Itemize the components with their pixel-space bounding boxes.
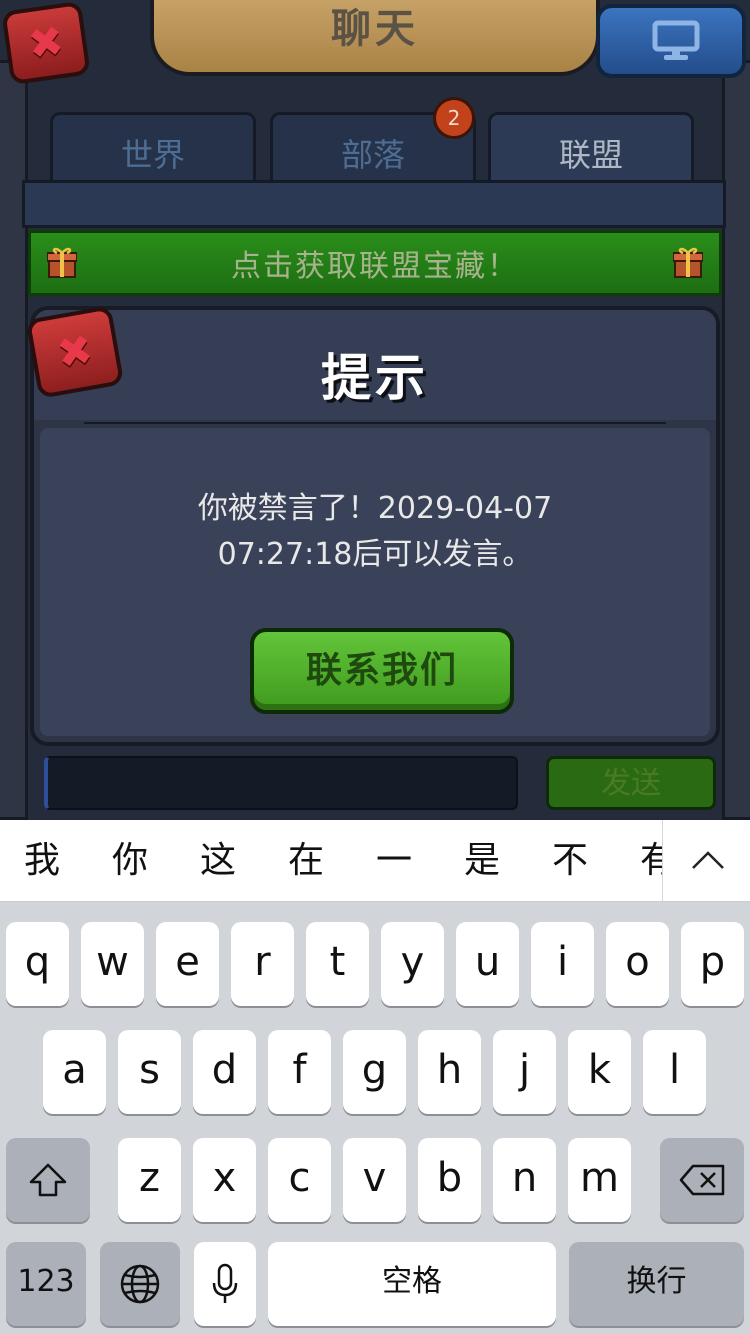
key-a[interactable]: a [43,1030,106,1114]
screen-toggle-button[interactable] [596,4,746,78]
title-banner: 聊天 [150,0,600,76]
shift-icon [29,1163,67,1197]
send-button[interactable]: 发送 [546,756,716,810]
candidate-word[interactable]: 这 [200,820,236,901]
key-j[interactable]: j [493,1030,556,1114]
candidate-word[interactable]: 是 [464,820,500,901]
key-v[interactable]: v [343,1138,406,1222]
close-icon: ✖ [25,15,67,70]
key-q[interactable]: q [6,922,69,1006]
globe-key[interactable] [100,1242,180,1326]
key-l[interactable]: l [643,1030,706,1114]
key-p[interactable]: p [681,922,744,1006]
key-m[interactable]: m [568,1138,631,1222]
dialog-divider [84,422,666,424]
key-f[interactable]: f [268,1030,331,1114]
contact-us-button[interactable]: 联系我们 [250,628,514,714]
expand-candidates-button[interactable] [662,820,750,901]
tab-tribe-label: 部落 [340,136,405,174]
mute-notice-dialog: 提示 你被禁言了！2029-04-07 07:27:18后可以发言。 联系我们 … [25,305,720,746]
dialog-header: 提示 [34,310,716,420]
monitor-icon [652,20,700,60]
key-o[interactable]: o [606,922,669,1006]
key-n[interactable]: n [493,1138,556,1222]
return-key[interactable]: 换行 [569,1242,744,1326]
backspace-icon [679,1164,725,1196]
key-c[interactable]: c [268,1138,331,1222]
close-icon: ✖ [53,324,97,379]
candidate-word[interactable]: 你 [112,820,148,901]
chat-tabs: 世界 部落 2 联盟 [50,97,700,182]
key-i[interactable]: i [531,922,594,1006]
key-t[interactable]: t [306,922,369,1006]
key-s[interactable]: s [118,1030,181,1114]
numbers-key[interactable]: 123 [6,1242,86,1326]
key-g[interactable]: g [343,1030,406,1114]
key-x[interactable]: x [193,1138,256,1222]
microphone-icon [212,1263,238,1303]
shift-key[interactable] [6,1138,90,1222]
dialog-message-line-2: 07:27:18后可以发言。 [217,537,533,572]
key-u[interactable]: u [456,922,519,1006]
tab-world[interactable]: 世界 [50,112,256,182]
key-k[interactable]: k [568,1030,631,1114]
key-r[interactable]: r [231,922,294,1006]
treasure-banner-text: 点击获取联盟宝藏！ [231,249,519,284]
chat-title: 聊天 [331,6,419,52]
unread-badge: 2 [433,97,475,139]
ime-candidate-bar: 我 你 这 在 一 是 不 有 [0,820,750,902]
dialog-title: 提示 [321,349,429,407]
dialog-message: 你被禁言了！2029-04-07 07:27:18后可以发言。 [40,486,710,578]
close-chat-button[interactable]: ✖ [1,0,91,86]
candidate-word[interactable]: 在 [288,820,324,901]
key-h[interactable]: h [418,1030,481,1114]
screen: 聊天 ✖ 世界 部落 2 联盟 点击获取联盟宝藏！ 发送 提示 你被禁言了！20… [0,0,750,1334]
key-b[interactable]: b [418,1138,481,1222]
key-z[interactable]: z [118,1138,181,1222]
alliance-treasure-banner[interactable]: 点击获取联盟宝藏！ [28,230,722,296]
chat-screen: 聊天 ✖ 世界 部落 2 联盟 点击获取联盟宝藏！ 发送 提示 你被禁言了！20… [0,0,750,820]
stone-frame-right [722,60,750,820]
candidate-word[interactable]: 不 [552,820,588,901]
key-y[interactable]: y [381,922,444,1006]
gift-icon [673,247,703,278]
system-keyboard: q w e r t y u i o p a s d f g h j k l z … [0,902,750,1334]
key-d[interactable]: d [193,1030,256,1114]
chevron-up-icon [692,851,724,869]
stone-frame-left [0,60,28,820]
space-key[interactable]: 空格 [268,1242,556,1326]
tab-tribe[interactable]: 部落 2 [270,97,476,182]
dialog-message-line-1: 你被禁言了！2029-04-07 [197,491,553,526]
candidate-word[interactable]: 一 [376,820,412,901]
chat-message-input[interactable] [44,756,518,810]
delete-key[interactable] [660,1138,744,1222]
tab-content-strip [22,180,726,228]
key-w[interactable]: w [81,922,144,1006]
globe-icon [120,1264,160,1304]
key-e[interactable]: e [156,922,219,1006]
candidate-word[interactable]: 我 [24,820,60,901]
tab-alliance[interactable]: 联盟 [488,112,694,182]
close-dialog-button[interactable]: ✖ [25,305,125,399]
dictation-key[interactable] [194,1242,256,1326]
